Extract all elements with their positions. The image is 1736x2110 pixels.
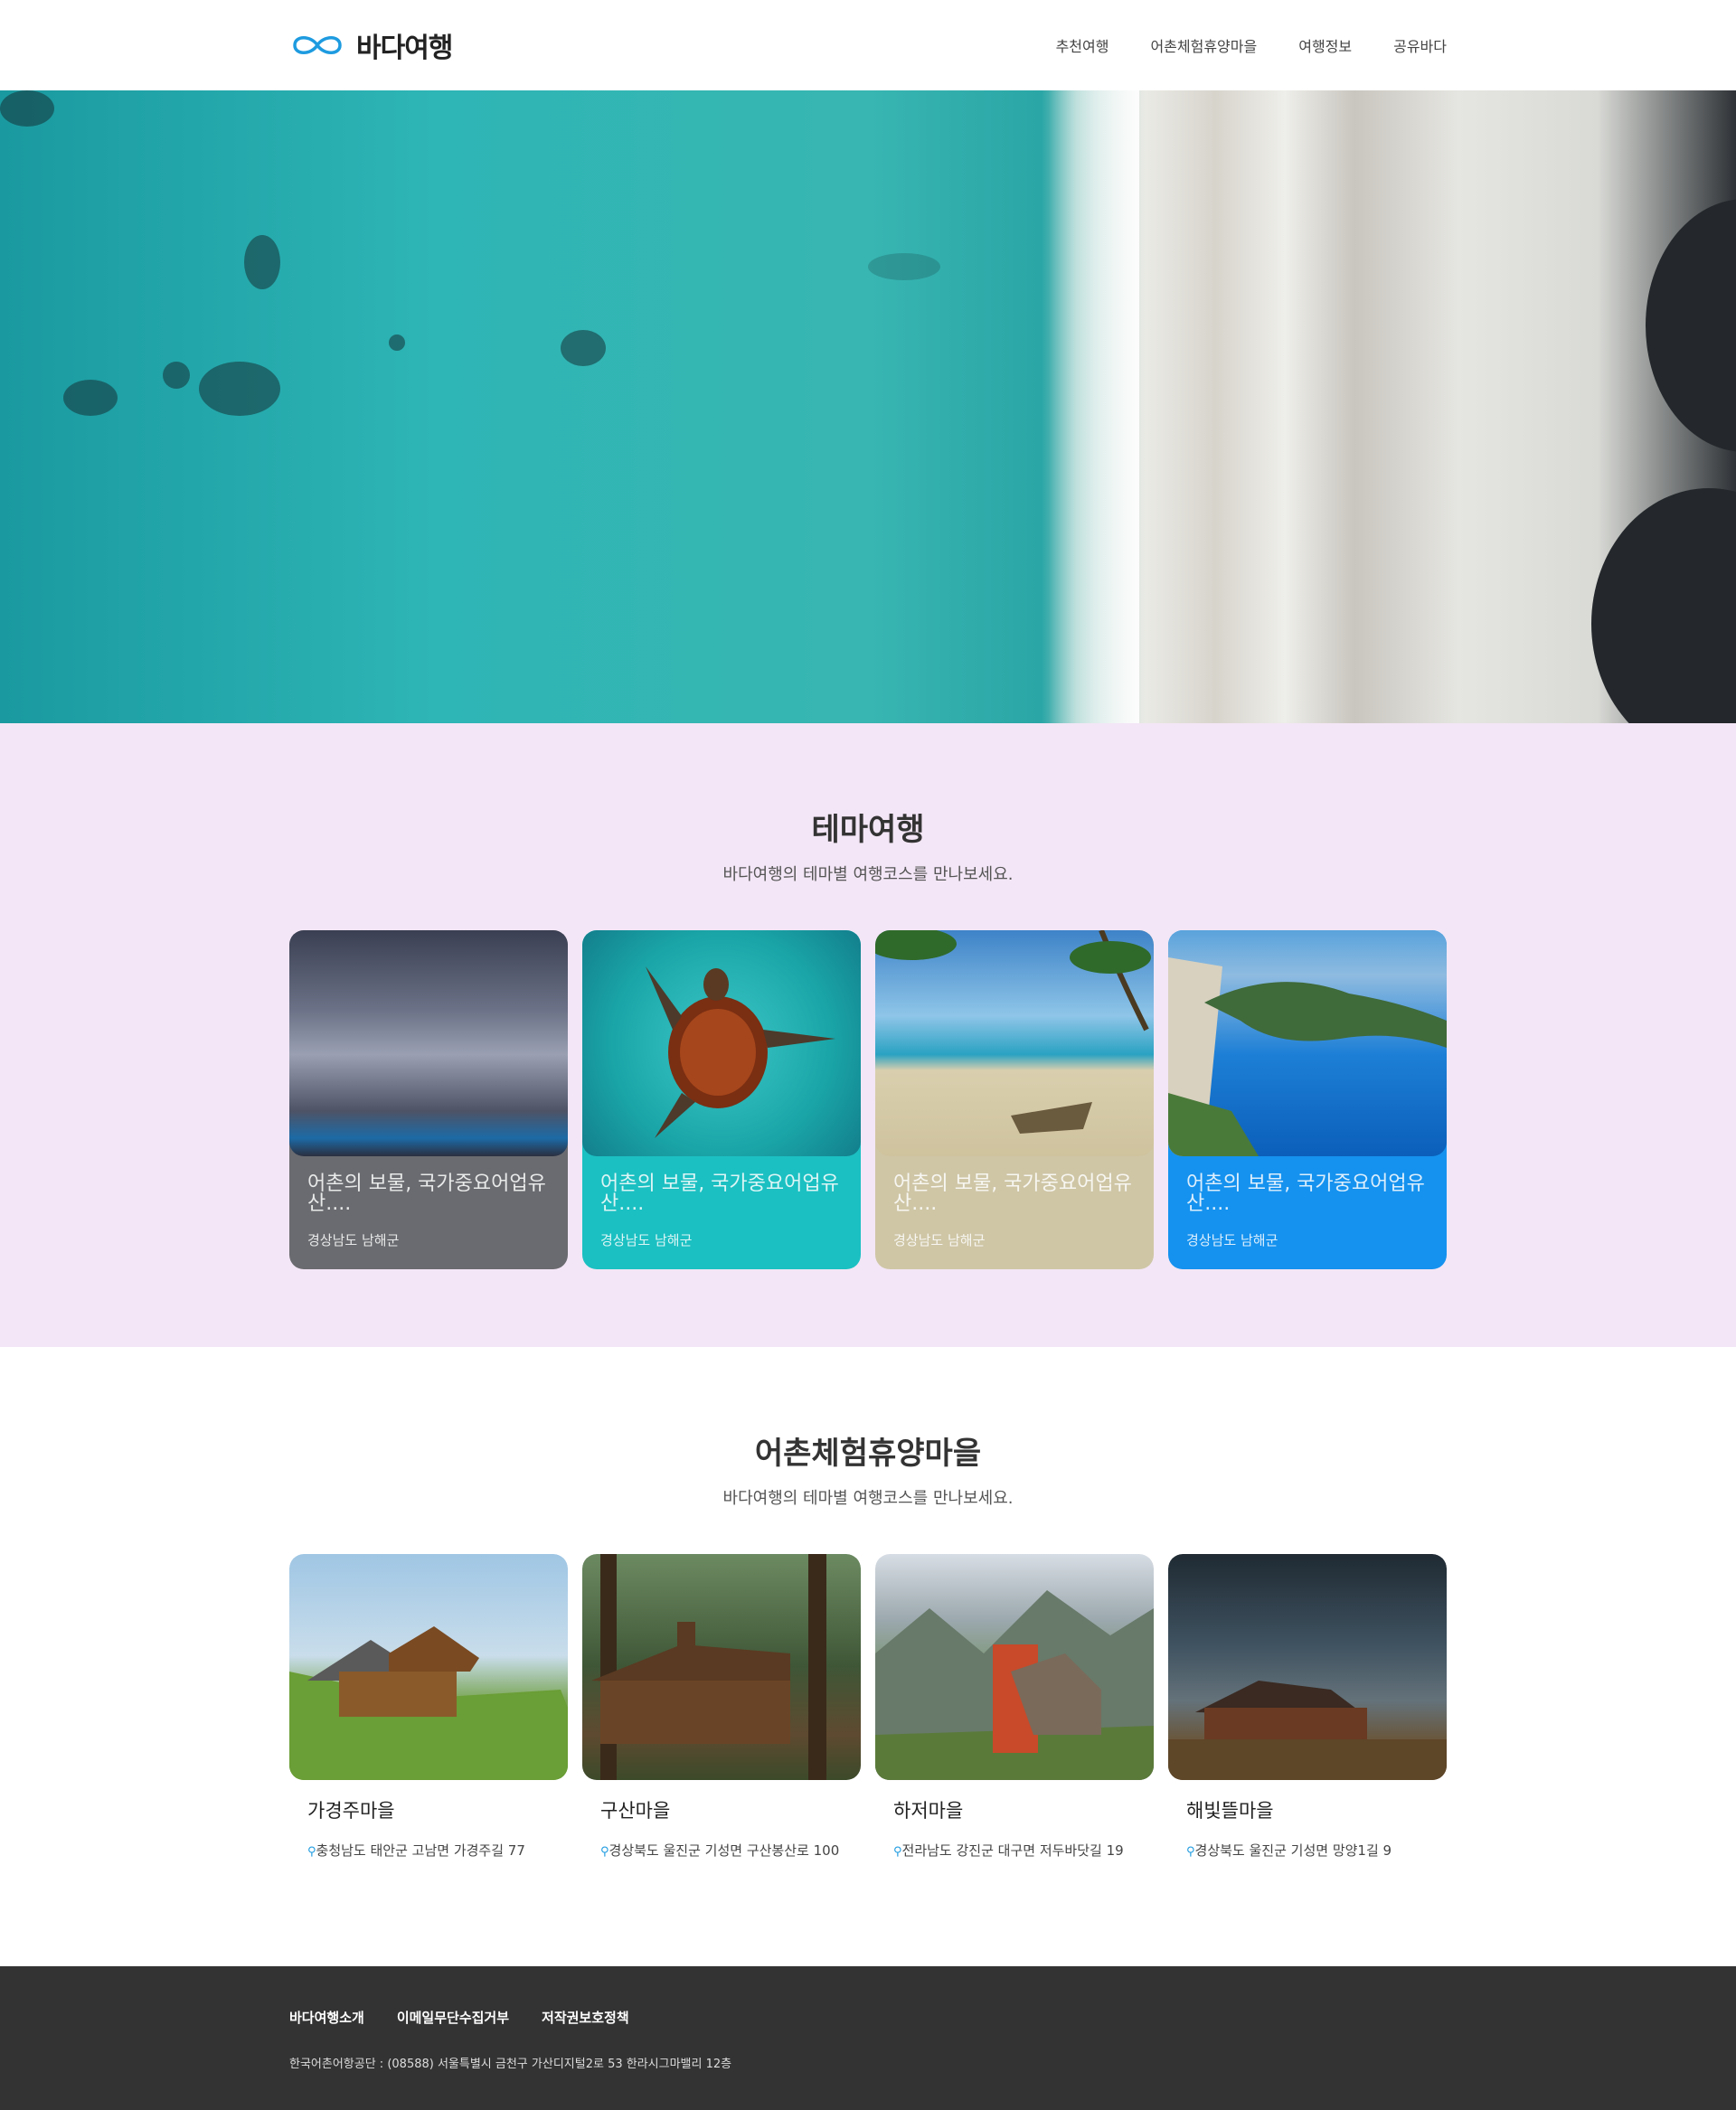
- nav-item-recommended[interactable]: 추천여행: [1056, 34, 1109, 56]
- location-pin-icon: ⚲: [893, 1845, 902, 1859]
- section-title: 테마여행: [811, 812, 925, 848]
- village-card[interactable]: 가경주마을 ⚲충청남도 태안군 고남면 가경주길 77: [289, 1554, 568, 1876]
- section-subtitle: 바다여행의 테마별 여행코스를 만나보세요.: [722, 865, 1014, 884]
- footer-link-about[interactable]: 바다여행소개: [289, 2008, 364, 2027]
- barn-storm-image: [1168, 1554, 1447, 1780]
- theme-card[interactable]: 어촌의 보물, 국가중요어업유산.... 경상남도 남해군: [1168, 930, 1447, 1269]
- card-title: 어촌의 보물, 국가중요어업유산....: [307, 1173, 546, 1215]
- card-title: 어촌의 보물, 국가중요어업유산....: [893, 1173, 1132, 1215]
- card-address: ⚲전라남도 강진군 대구면 저두바닷길 19: [893, 1842, 1124, 1859]
- card-title: 해빛뜰마을: [1186, 1800, 1274, 1822]
- card-location: 경상남도 남해군: [600, 1232, 693, 1248]
- beach-boat-image: [875, 930, 1154, 1156]
- footer-link-email-refusal[interactable]: 이메일무단수집거부: [397, 2008, 509, 2027]
- footer-link-copyright[interactable]: 저작권보호정책: [542, 2008, 629, 2027]
- village-card[interactable]: 하저마을 ⚲전라남도 강진군 대구면 저두바닷길 19: [875, 1554, 1154, 1876]
- section-subtitle: 바다여행의 테마별 여행코스를 만나보세요.: [722, 1489, 1014, 1508]
- theme-card[interactable]: 어촌의 보물, 국가중요어업유산.... 경상남도 남해군: [875, 930, 1154, 1269]
- card-title: 하저마을: [893, 1800, 964, 1822]
- main-nav: 추천여행 어촌체험휴양마을 여행정보 공유바다: [1056, 34, 1447, 56]
- nav-item-village[interactable]: 어촌체험휴양마을: [1150, 34, 1257, 56]
- card-address: ⚲경상북도 울진군 기성면 망양1길 9: [1186, 1842, 1392, 1859]
- logo-text: 바다여행: [356, 33, 453, 64]
- card-title: 어촌의 보물, 국가중요어업유산....: [600, 1173, 839, 1215]
- location-pin-icon: ⚲: [600, 1845, 609, 1859]
- location-pin-icon: ⚲: [1186, 1845, 1195, 1859]
- nav-item-shared-sea[interactable]: 공유바다: [1393, 34, 1447, 56]
- red-house-mountain-image: [875, 1554, 1154, 1780]
- log-cabin-image: [582, 1554, 861, 1780]
- card-title: 어촌의 보물, 국가중요어업유산....: [1186, 1173, 1425, 1215]
- nav-item-travel-info[interactable]: 여행정보: [1298, 34, 1352, 56]
- card-location: 경상남도 남해군: [893, 1232, 986, 1248]
- section-title: 어촌체험휴양마을: [754, 1436, 982, 1472]
- site-header: 바다여행 추천여행 어촌체험휴양마을 여행정보 공유바다: [0, 0, 1736, 90]
- location-pin-icon: ⚲: [307, 1845, 316, 1859]
- card-location: 경상남도 남해군: [307, 1232, 400, 1248]
- fishing-village-section: 어촌체험휴양마을 바다여행의 테마별 여행코스를 만나보세요. 가경주마을 ⚲충…: [0, 1347, 1736, 1966]
- theme-card[interactable]: 어촌의 보물, 국가중요어업유산.... 경상남도 남해군: [582, 930, 861, 1269]
- theme-card[interactable]: 어촌의 보물, 국가중요어업유산.... 경상남도 남해군: [289, 930, 568, 1269]
- village-card[interactable]: 구산마을 ⚲경상북도 울진군 기성면 구산봉산로 100: [582, 1554, 861, 1876]
- card-title: 구산마을: [600, 1800, 671, 1822]
- theme-card-list: 어촌의 보물, 국가중요어업유산.... 경상남도 남해군 어촌의 보물, 국가…: [289, 930, 1447, 1269]
- sea-turtle-image: [582, 930, 861, 1156]
- infinity-logo-icon: [293, 36, 342, 54]
- whale-image: [289, 930, 568, 1156]
- footer-links: 바다여행소개 이메일무단수집거부 저작권보호정책: [289, 2008, 1447, 2027]
- village-card[interactable]: 해빛뜰마을 ⚲경상북도 울진군 기성면 망양1길 9: [1168, 1554, 1447, 1876]
- card-title: 가경주마을: [307, 1800, 395, 1822]
- card-location: 경상남도 남해군: [1186, 1232, 1278, 1248]
- card-address: ⚲경상북도 울진군 기성면 구산봉산로 100: [600, 1842, 840, 1859]
- village-card-list: 가경주마을 ⚲충청남도 태안군 고남면 가경주길 77 구산마을 ⚲경상북도 울…: [289, 1554, 1447, 1876]
- footer-address: 한국어촌어항공단 : (08588) 서울특별시 금천구 가산디지털2로 53 …: [289, 2058, 732, 2071]
- card-address: ⚲충청남도 태안군 고남면 가경주길 77: [307, 1842, 525, 1859]
- site-footer: 바다여행소개 이메일무단수집거부 저작권보호정책 한국어촌어항공단 : (085…: [0, 1966, 1736, 2110]
- chalet-image: [289, 1554, 568, 1780]
- logo[interactable]: 바다여행: [289, 25, 453, 65]
- hero-banner: [0, 90, 1736, 723]
- theme-travel-section: 테마여행 바다여행의 테마별 여행코스를 만나보세요. 어촌의 보물, 국가중요…: [0, 723, 1736, 1347]
- cliff-bay-image: [1168, 930, 1447, 1156]
